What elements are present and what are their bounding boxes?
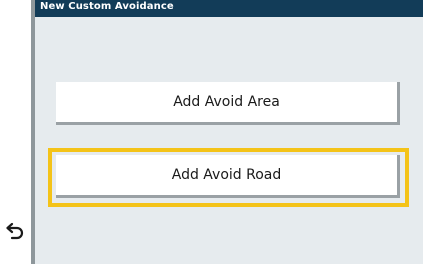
- left-sidebar: [0, 0, 35, 264]
- add-avoid-road-button[interactable]: Add Avoid Road: [56, 155, 400, 198]
- custom-avoidance-screen: New Custom Avoidance Add Avoid Area Add …: [0, 0, 423, 264]
- back-button[interactable]: [3, 218, 29, 244]
- title-bar: New Custom Avoidance: [35, 0, 423, 17]
- back-arrow-icon: [6, 222, 24, 240]
- page-title: New Custom Avoidance: [40, 1, 174, 12]
- add-avoid-area-button[interactable]: Add Avoid Area: [56, 82, 400, 125]
